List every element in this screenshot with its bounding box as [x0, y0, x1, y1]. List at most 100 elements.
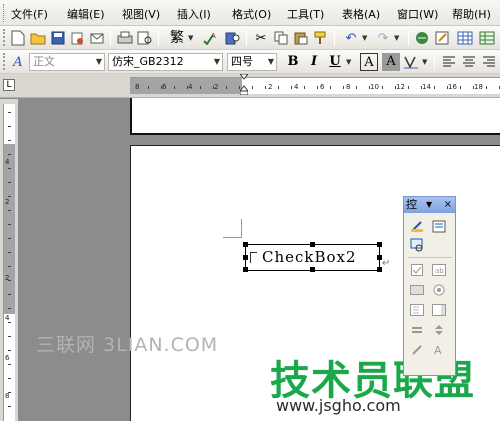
close-icon[interactable]: ×: [444, 197, 452, 213]
resize-handle[interactable]: [243, 267, 248, 272]
undo-icon[interactable]: ↶: [342, 29, 360, 47]
ruler-minor-tick: [148, 86, 149, 89]
resize-handle[interactable]: [377, 242, 382, 247]
menu-table[interactable]: 表格(A): [342, 6, 380, 22]
menu-window[interactable]: 窗口(W): [397, 6, 438, 22]
chevron-down-icon[interactable]: ▼: [268, 54, 274, 70]
tables-borders-icon[interactable]: [434, 29, 452, 47]
align-left-icon[interactable]: [440, 53, 458, 71]
control-toolbox-titlebar[interactable]: 控 ▼ ×: [404, 197, 455, 213]
toolbar-separator: [158, 30, 159, 46]
ruler-minor-tick: [174, 86, 175, 89]
align-right-icon[interactable]: [480, 53, 498, 71]
format-painter-icon[interactable]: [312, 29, 330, 47]
toolbar-grip[interactable]: [3, 53, 6, 70]
character-border-button[interactable]: A: [360, 53, 378, 71]
design-mode-icon[interactable]: [408, 217, 426, 235]
insert-excel-icon[interactable]: [478, 29, 496, 47]
print-icon[interactable]: [116, 29, 134, 47]
command-button-tool-icon[interactable]: [408, 281, 426, 299]
print-preview-icon[interactable]: [136, 29, 154, 47]
toggle-button-tool-icon[interactable]: [408, 321, 426, 339]
font-select[interactable]: 仿宋_GB2312 ▼: [108, 53, 223, 71]
listbox-tool-icon[interactable]: [408, 301, 426, 319]
toolbar-separator: [110, 30, 111, 46]
scrollbar-tool-icon[interactable]: [408, 341, 426, 359]
chevron-down-icon[interactable]: ▼: [422, 58, 427, 66]
ruler-minor-tick: [8, 168, 11, 169]
hyperlink-icon[interactable]: [414, 29, 432, 47]
permission-icon[interactable]: [68, 29, 86, 47]
email-icon[interactable]: [88, 29, 106, 47]
resize-handle[interactable]: [243, 242, 248, 247]
font-size-value: 四号: [231, 55, 253, 68]
checkbox-label: CheckBox2: [262, 248, 357, 266]
ruler-tick: 8: [135, 83, 140, 91]
menu-tools[interactable]: 工具(T): [287, 6, 324, 22]
menu-help[interactable]: 帮助(H): [452, 6, 491, 22]
tab-selector[interactable]: L: [3, 79, 15, 91]
checkbox-tool-icon[interactable]: [408, 261, 426, 279]
menu-insert[interactable]: 插入(I): [177, 6, 211, 22]
ruler-minor-tick: [421, 86, 422, 89]
ruler-tick: 6: [320, 83, 325, 91]
redo-icon[interactable]: ↷: [374, 29, 392, 47]
ruler-tick: 16: [448, 83, 457, 91]
control-toolbox: 控 ▼ × ab A: [403, 196, 456, 376]
open-folder-icon[interactable]: [29, 29, 47, 47]
toolbar-grip[interactable]: [3, 29, 6, 46]
styles-pane-icon[interactable]: A: [9, 53, 27, 71]
horizontal-ruler[interactable]: 8 6 4 2 2 4 6 8 10 12 14 16 18: [130, 77, 500, 94]
label-tool-icon[interactable]: A: [430, 341, 448, 359]
option-button-tool-icon[interactable]: [430, 281, 448, 299]
spelling-icon[interactable]: A: [202, 29, 220, 47]
chevron-down-icon[interactable]: ▼: [426, 197, 432, 213]
properties-icon[interactable]: [430, 217, 448, 235]
ruler-minor-tick: [8, 280, 11, 281]
research-icon[interactable]: [224, 29, 242, 47]
ruler-tick: 4: [294, 83, 299, 91]
underline-button[interactable]: U: [326, 53, 344, 71]
svg-text:A: A: [211, 32, 216, 40]
italic-button[interactable]: I: [305, 53, 323, 71]
checkbox-control[interactable]: CheckBox2: [243, 242, 382, 272]
chevron-down-icon[interactable]: ▼: [96, 54, 102, 70]
paste-icon[interactable]: [292, 29, 310, 47]
spin-button-tool-icon[interactable]: [430, 321, 448, 339]
chevron-down-icon[interactable]: ▼: [362, 34, 367, 42]
watermark-sanlian: 三联网 3LIAN.COM: [36, 334, 219, 356]
copy-icon[interactable]: [272, 29, 290, 47]
chevron-down-icon[interactable]: ▼: [214, 54, 220, 70]
view-code-icon[interactable]: [408, 236, 426, 254]
resize-handle[interactable]: [243, 255, 248, 260]
combobox-tool-icon[interactable]: [430, 301, 448, 319]
cut-icon[interactable]: ✂: [252, 29, 270, 47]
textbox-tool-icon[interactable]: ab: [430, 261, 448, 279]
character-shading-button[interactable]: A: [382, 53, 400, 71]
style-select[interactable]: 正文 ▼: [29, 53, 105, 71]
new-document-icon[interactable]: [9, 29, 27, 47]
bold-button[interactable]: B: [284, 53, 302, 71]
chevron-down-icon[interactable]: ▼: [394, 34, 399, 42]
align-center-icon[interactable]: [460, 53, 478, 71]
checkbox-square-icon: [250, 252, 257, 263]
chevron-down-icon[interactable]: ▼: [346, 58, 351, 66]
indent-marker-icon[interactable]: [240, 74, 248, 95]
menu-file[interactable]: 文件(F): [11, 6, 48, 22]
menu-edit[interactable]: 编辑(E): [67, 6, 105, 22]
insert-table-icon[interactable]: [456, 29, 474, 47]
vertical-ruler[interactable]: 4 2 2 4 6 8: [3, 104, 15, 421]
character-scaling-icon[interactable]: [402, 53, 420, 71]
chevron-down-icon[interactable]: ▼: [188, 34, 193, 42]
traditional-chinese-button[interactable]: 繁: [168, 29, 186, 47]
menu-format[interactable]: 格式(O): [232, 6, 271, 22]
resize-handle[interactable]: [310, 267, 315, 272]
menu-view[interactable]: 视图(V): [122, 6, 160, 22]
menu-grip[interactable]: [3, 4, 6, 22]
ruler-minor-tick: [252, 86, 253, 89]
toolbar-separator: [246, 30, 247, 46]
save-icon[interactable]: [49, 29, 67, 47]
resize-handle[interactable]: [310, 242, 315, 247]
ruler-tick: 6: [162, 83, 167, 91]
font-size-select[interactable]: 四号 ▼: [227, 53, 277, 71]
